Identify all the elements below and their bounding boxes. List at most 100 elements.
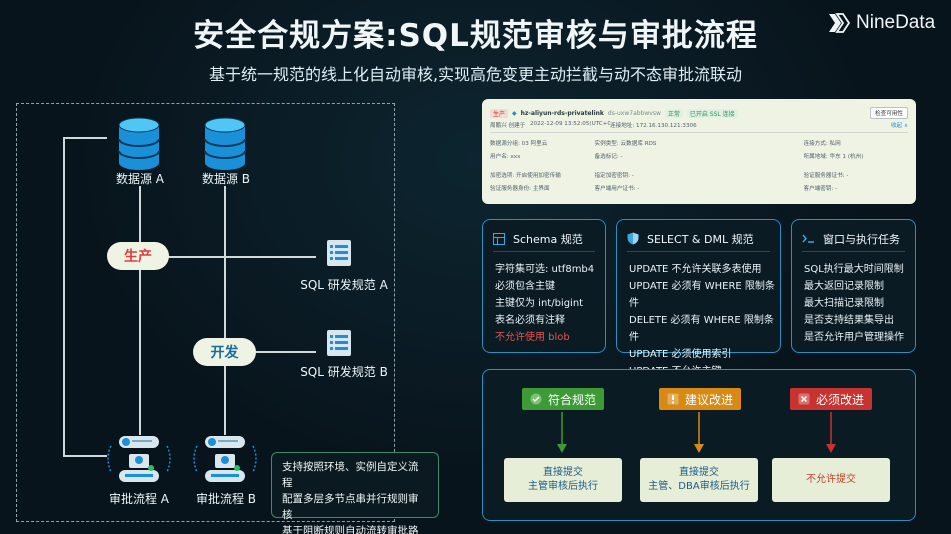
result-line: 主管、DBA审核后执行: [648, 481, 750, 492]
rule-item: 主键仅为 int/bigint: [495, 298, 584, 309]
reject-result: 不允许提交: [772, 458, 890, 502]
rule-item: 是否允许用户管理操作: [804, 332, 904, 343]
badge-label: 符合规范: [548, 392, 597, 407]
divider: [490, 132, 908, 133]
info-cell: [699, 184, 804, 194]
approval-flow-icon: [193, 432, 257, 490]
rule-item: 必须包含主键: [495, 281, 555, 292]
rule-item-warning: 不允许使用 blob: [495, 332, 570, 343]
datasource-detail-panel: 生产 ◆ hz-aliyun-rds-privatelink ds-uxw7ab…: [482, 99, 916, 204]
card-body: SQL执行最大时间限制 最大返回记录限制 最大扫描记录限制 是否支持结果集导出 …: [804, 261, 904, 346]
card-body: UPDATE 不允许关联多表使用 UPDATE 必须有 WHERE 限制条件 D…: [629, 261, 780, 380]
info-cell: 用户名: xxx: [490, 154, 521, 160]
card-title: SELECT & DML 规范: [647, 232, 754, 246]
pass-badge: 符合规范: [522, 388, 605, 410]
info-cell: [699, 171, 804, 181]
ssl-status: 已开启 SSL 连接: [686, 109, 738, 118]
mysql-icon: ◆: [512, 110, 517, 117]
connector-line: [63, 137, 107, 139]
info-row: 验证服务器身份: 主界面 客户端用户证书: - 客户端密钥: -: [490, 184, 908, 194]
result-line: 直接提交: [543, 467, 583, 478]
document-icon: [326, 239, 352, 271]
info-row: 用户名: xxx 备选标记: - 所属地域: 华东 1 (杭州): [490, 152, 908, 162]
schema-spec-card: Schema 规范 字符集可选: utf8mb4 必须包含主键 主键仅为 int…: [482, 219, 606, 353]
ninedata-logo-icon: [829, 13, 850, 33]
badge-label: 必须改进: [816, 392, 865, 407]
datasource-label: 数据源 A: [115, 172, 165, 186]
page-subtitle: 基于统一规范的线上化自动审核,实现高危变更主动拦截与动不态审批流联动: [208, 65, 743, 84]
rule-item: UPDATE 必须有 WHERE 限制条件: [629, 281, 775, 309]
approval-label: 审批流程 A: [108, 492, 170, 506]
connector-line: [63, 455, 107, 457]
lightbulb-icon: [667, 393, 679, 405]
spec-label: SQL 研发规范 B: [300, 365, 388, 379]
card-header: Schema 规范: [493, 226, 595, 252]
connector-line: [224, 366, 226, 435]
connector-line: [256, 351, 316, 353]
connector-line: [224, 186, 226, 338]
close-circle-icon: [798, 393, 810, 405]
info-cell: 加密选项: 开启使用加密传输: [490, 173, 561, 179]
rule-item: DELETE 必须有 WHERE 限制条件: [629, 315, 774, 343]
page-title: 安全合规方案:SQL规范审核与审批流程: [193, 18, 758, 54]
spec-label: SQL 研发规范 A: [300, 278, 388, 292]
card-title: 窗口与执行任务: [823, 232, 900, 246]
info-cell: 客户端密钥: -: [803, 186, 838, 192]
rule-item: SQL执行最大时间限制: [804, 264, 904, 275]
arrow-down-icon: [557, 412, 567, 453]
approval-flow-icon: [107, 432, 171, 490]
datasource-name: hz-aliyun-rds-privatelink: [520, 110, 604, 117]
env-dev-pill: 开发: [193, 338, 256, 366]
connector-line: [168, 256, 316, 258]
note-line: 支持按照环境、实例自定义流程: [282, 461, 419, 489]
card-header: 窗口与执行任务: [802, 226, 905, 252]
check-availability-button[interactable]: 检查可用性: [870, 107, 908, 119]
terminal-icon: [802, 234, 814, 243]
note-line: 配置多层多节点串并行规则审核: [282, 493, 419, 521]
env-tag: 生产: [490, 109, 509, 118]
rule-item: 是否支持结果集导出: [804, 315, 894, 326]
rule-item: 最大扫描记录限制: [804, 298, 884, 309]
info-cell: 备选标记: -: [594, 154, 623, 160]
card-body: 字符集可选: utf8mb4 必须包含主键 主键仅为 int/bigint 表名…: [495, 261, 594, 346]
created-time: 2022-12-09 13:52:05(UTC+08:00): [530, 121, 610, 127]
check-circle-icon: [530, 393, 542, 405]
info-cell: 验证服务器证书: -: [803, 173, 849, 179]
connector-line: [63, 137, 65, 455]
note-line: 基于阻断规则自动流转审批路由: [282, 525, 419, 534]
result-line: 不允许提交: [806, 474, 856, 485]
arrow-down-icon: [694, 412, 704, 453]
datasource-label: 数据源 B: [201, 172, 251, 186]
info-cell: [699, 152, 804, 162]
env-prod-pill: 生产: [107, 242, 169, 270]
connector-line: [139, 270, 141, 435]
result-line: 直接提交: [679, 467, 719, 478]
info-cell: 数据源分组: 03 阿里云: [490, 141, 548, 147]
rule-item: UPDATE 不允许关联多表使用: [629, 264, 762, 275]
window-task-card: 窗口与执行任务 SQL执行最大时间限制 最大返回记录限制 最大扫描记录限制 是否…: [791, 219, 916, 353]
result-line: 主管审核后执行: [528, 481, 598, 492]
connector-line: [224, 320, 226, 338]
info-cell: 实例类型: 云数据库 RDS: [594, 141, 657, 147]
info-row: 加密选项: 开启使用加密传输 指定加密密钥: - 验证服务器证书: -: [490, 171, 908, 181]
creator: 周鹏兴 创建于: [490, 123, 526, 129]
database-icon: [117, 117, 161, 175]
cert-status: 正常: [664, 109, 683, 118]
datasource-id: ds-uxw7abbwvsw: [607, 110, 661, 117]
rule-item: UPDATE 必须使用索引: [629, 349, 732, 360]
must-fix-badge: 必须改进: [790, 388, 873, 410]
approval-label: 审批流程 B: [195, 492, 257, 506]
shield-icon: [627, 232, 639, 245]
connector-line: [139, 186, 141, 242]
card-header: SELECT & DML 规范: [627, 226, 770, 252]
brand-name: NineData: [856, 12, 936, 33]
brand-logo: NineData: [826, 12, 935, 34]
collapse-link[interactable]: 收起 ∧: [750, 121, 908, 131]
suggest-result: 直接提交 主管、DBA审核后执行: [640, 458, 758, 502]
info-cell: 验证服务器身份: 主界面: [490, 186, 550, 192]
dml-spec-card: SELECT & DML 规范 UPDATE 不允许关联多表使用 UPDATE …: [616, 219, 781, 377]
document-icon: [326, 329, 352, 361]
info-cell: 指定加密密钥: -: [594, 173, 634, 179]
table-icon: [493, 232, 505, 245]
meta-row: 周鹏兴 创建于 2022-12-09 13:52:05(UTC+08:00) 连…: [490, 121, 908, 131]
